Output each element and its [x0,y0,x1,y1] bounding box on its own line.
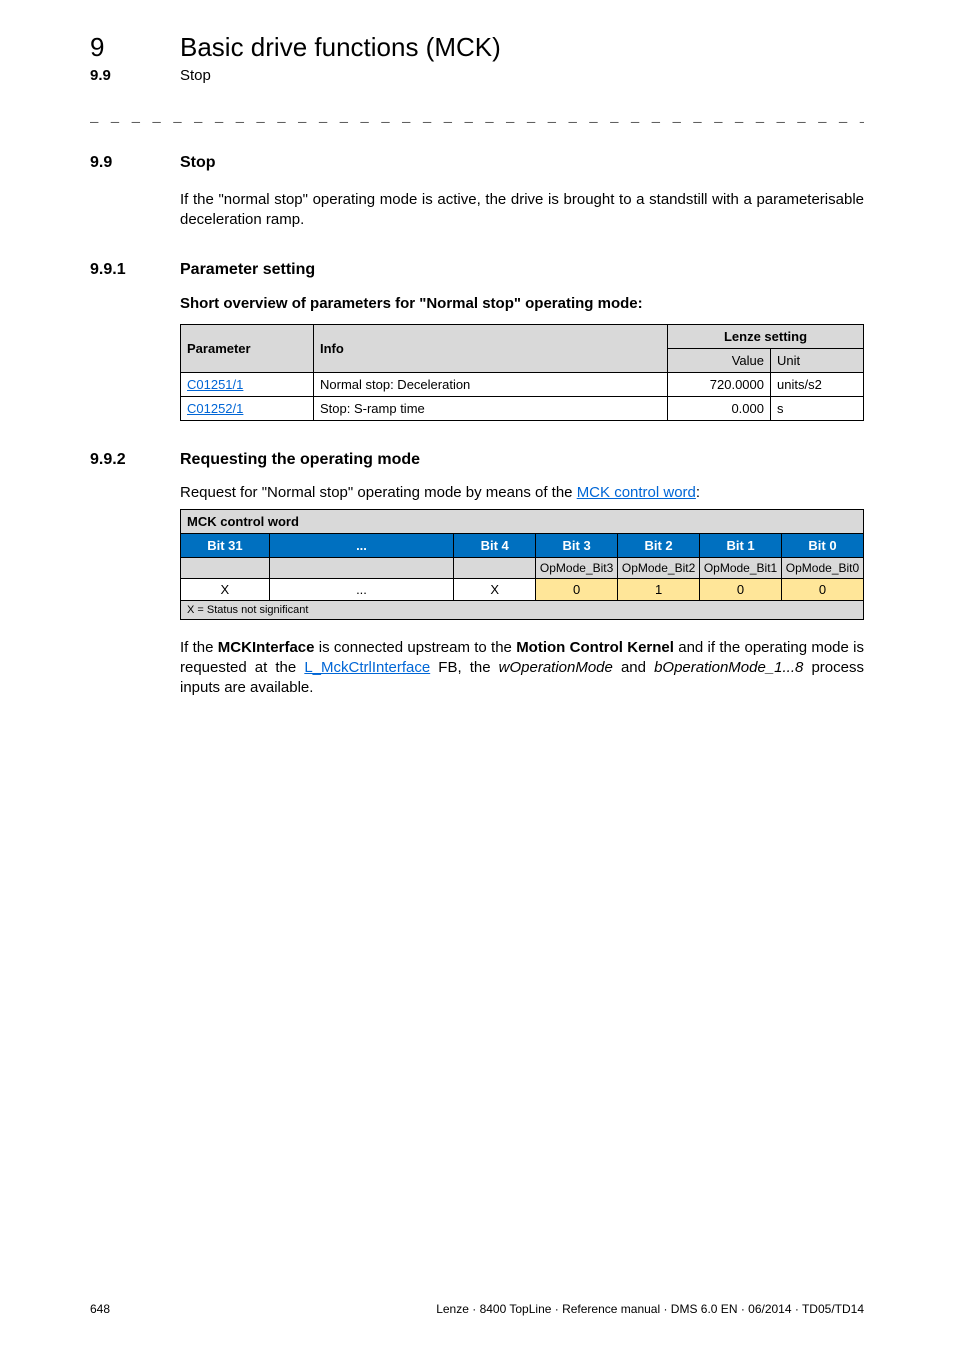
chapter-subtitle: Stop [180,67,864,84]
bit-sublabel [269,557,453,578]
bit-value: X [181,578,270,600]
bit-sublabel: OpMode_Bit3 [536,557,618,578]
mck-control-word-table: MCK control word Bit 31 ... Bit 4 Bit 3 … [180,509,864,620]
mck-table-title: MCK control word [181,509,864,533]
mckctrlinterface-link[interactable]: L_MckCtrlInterface [304,659,430,676]
section-9-9-2-heading: 9.9.2 Requesting the operating mode [90,451,864,469]
param-overview-subhead: Short overview of parameters for "Normal… [180,295,864,312]
bit-value: 0 [782,578,864,600]
section-9-9-2-body2: If the MCKInterface is connected upstrea… [180,638,864,699]
bit-value: 0 [536,578,618,600]
mck-control-word-link[interactable]: MCK control word [577,484,696,501]
param-value: 720.0000 [668,372,771,396]
bit-sublabel [454,557,536,578]
col-lenze-setting: Lenze setting [668,324,864,348]
bit-header: Bit 0 [782,533,864,557]
bit-value: ... [269,578,453,600]
col-value: Value [668,348,771,372]
text-bold: MCKInterface [218,639,315,656]
text-italic: bOperationMode_1...8 [654,659,803,676]
table-row: C01251/1 Normal stop: Deceleration 720.0… [181,372,864,396]
text: and [613,659,654,676]
section-number: 9.9.2 [90,451,180,469]
parameter-table: Parameter Info Lenze setting Value Unit … [180,324,864,421]
param-link[interactable]: C01252/1 [187,401,243,416]
text-italic: wOperationMode [499,659,613,676]
param-unit: units/s2 [771,372,864,396]
bit-value: 1 [618,578,700,600]
col-unit: Unit [771,348,864,372]
col-parameter: Parameter [181,324,314,372]
bit-header: Bit 1 [700,533,782,557]
footer-meta: Lenze · 8400 TopLine · Reference manual … [436,1302,864,1316]
section-title: Parameter setting [180,261,864,279]
text: Request for "Normal stop" operating mode… [180,484,577,501]
chapter-subnumber: 9.9 [90,67,180,84]
section-title: Stop [180,154,864,172]
text: If the [180,639,218,656]
chapter-subheader: 9.9 Stop [90,67,864,84]
bit-value: X [454,578,536,600]
mck-footnote: X = Status not significant [181,600,864,619]
section-number: 9.9.1 [90,261,180,279]
text: is connected upstream to the [314,639,516,656]
bit-sublabel: OpMode_Bit2 [618,557,700,578]
param-unit: s [771,396,864,420]
param-info: Stop: S-ramp time [314,396,668,420]
param-info: Normal stop: Deceleration [314,372,668,396]
section-title: Requesting the operating mode [180,451,864,469]
text: FB, the [430,659,498,676]
section-9-9-heading: 9.9 Stop [90,154,864,172]
col-info: Info [314,324,668,372]
divider-dashes: _ _ _ _ _ _ _ _ _ _ _ _ _ _ _ _ _ _ _ _ … [90,110,864,126]
bit-header: Bit 3 [536,533,618,557]
section-9-9-body: If the "normal stop" operating mode is a… [180,190,864,231]
page-footer: 648 Lenze · 8400 TopLine · Reference man… [90,1302,864,1316]
table-row: C01252/1 Stop: S-ramp time 0.000 s [181,396,864,420]
bit-value: 0 [700,578,782,600]
bit-sublabel: OpMode_Bit0 [782,557,864,578]
section-9-9-2-intro: Request for "Normal stop" operating mode… [180,483,864,503]
chapter-title: Basic drive functions (MCK) [180,32,864,63]
bit-sublabel [181,557,270,578]
page-number: 648 [90,1302,110,1316]
bit-header: Bit 4 [454,533,536,557]
bit-header: Bit 31 [181,533,270,557]
param-value: 0.000 [668,396,771,420]
section-9-9-1-heading: 9.9.1 Parameter setting [90,261,864,279]
section-number: 9.9 [90,154,180,172]
text: : [696,484,700,501]
chapter-header: 9 Basic drive functions (MCK) [90,32,864,63]
bit-header: Bit 2 [618,533,700,557]
bit-header: ... [269,533,453,557]
text-bold: Motion Control Kernel [516,639,674,656]
chapter-number: 9 [90,32,180,63]
param-link[interactable]: C01251/1 [187,377,243,392]
bit-sublabel: OpMode_Bit1 [700,557,782,578]
